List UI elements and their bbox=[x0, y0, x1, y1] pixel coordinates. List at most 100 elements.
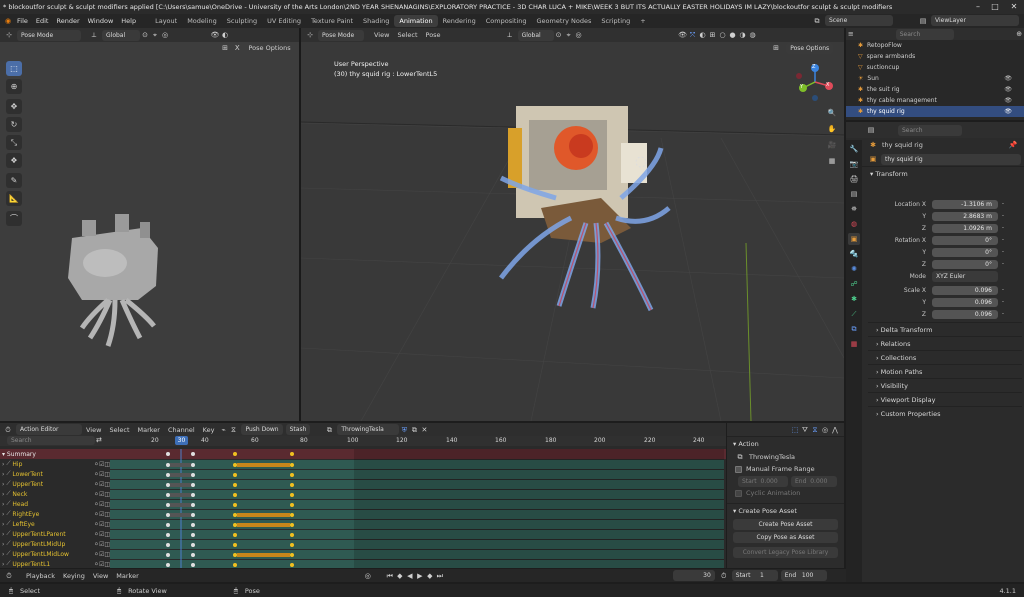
channel-toggles-icon[interactable]: ⚪☑◫ bbox=[94, 541, 110, 548]
channel-lefteye[interactable]: › ⟋ LeftEye ⚪☑◫ bbox=[0, 519, 110, 529]
start-frame-field[interactable]: Start 1 bbox=[731, 570, 778, 581]
snapping-icon[interactable]: ⧖ bbox=[810, 425, 820, 435]
tab-compositing[interactable]: Compositing bbox=[481, 15, 532, 27]
jump-end-icon[interactable]: ⏭ bbox=[435, 571, 445, 581]
rotate-tool-icon[interactable]: ↻ bbox=[6, 117, 22, 132]
channel-search-input[interactable]: Search bbox=[7, 436, 95, 445]
channel-toggles-icon[interactable]: ⚪☑◫ bbox=[94, 461, 110, 468]
zoom-icon[interactable]: 🔍 bbox=[827, 108, 837, 118]
next-keyframe-icon[interactable]: ◆ bbox=[425, 571, 435, 581]
tab-layout[interactable]: Layout bbox=[150, 15, 182, 27]
channel-toggles-icon[interactable]: ⚪☑◫ bbox=[94, 471, 110, 478]
only-selected-icon[interactable]: ⬚ bbox=[790, 425, 800, 435]
ae-menu-marker[interactable]: Marker bbox=[134, 426, 164, 434]
channel-uppertentlmidlow[interactable]: › ⟋ UpperTentLMidLow ⚪☑◫ bbox=[0, 549, 110, 559]
tab-texture-paint[interactable]: Texture Paint bbox=[306, 15, 358, 27]
current-frame-field[interactable]: 30 bbox=[672, 570, 715, 581]
channel-uppertentlparent[interactable]: › ⟋ UpperTentLParent ⚪☑◫ bbox=[0, 529, 110, 539]
play-reverse-icon[interactable]: ◀ bbox=[405, 571, 415, 581]
visibility-eye-icon[interactable]: 👁 bbox=[1004, 75, 1012, 82]
channel-toggles-icon[interactable]: ⚪☑◫ bbox=[94, 511, 110, 518]
frame-ruler[interactable]: Search ⇄ 20 30 40 60 80 100 120 140 160 … bbox=[0, 436, 726, 446]
frame-start-field[interactable]: Start 0.000 bbox=[738, 475, 788, 487]
action-browse-icon[interactable]: ⧉ bbox=[324, 425, 334, 435]
scale-z-field[interactable]: 0.096 bbox=[932, 309, 998, 319]
rotation-x-field[interactable]: 0° bbox=[932, 235, 998, 245]
editor-type-icon[interactable]: ⊹ bbox=[4, 30, 14, 40]
close-icon[interactable]: ✕ bbox=[1004, 0, 1024, 14]
proportional-edit-icon[interactable]: ◎ bbox=[160, 30, 170, 40]
pin-icon[interactable]: 📌 bbox=[1008, 140, 1018, 150]
timeline-menu-keying[interactable]: Keying bbox=[59, 572, 89, 580]
left-orientation-dropdown[interactable]: Global bbox=[102, 29, 140, 41]
scale-x-field[interactable]: 0.096 bbox=[932, 285, 998, 295]
scale-y-field[interactable]: 0.096 bbox=[932, 297, 998, 307]
outliner-filter-icon[interactable]: ≡ bbox=[846, 29, 856, 39]
proportional-icon[interactable]: ◎ bbox=[820, 425, 830, 435]
outliner-item-cable-management[interactable]: ✱ thy cable management 👁 bbox=[846, 95, 1024, 106]
tool-tab-icon[interactable]: 🔧 bbox=[848, 143, 860, 155]
panel-custom-properties[interactable]: › Custom Properties bbox=[868, 406, 1022, 420]
transform-tool-icon[interactable]: ❖ bbox=[6, 153, 22, 168]
preview-range-icon[interactable]: ⏱ bbox=[719, 571, 729, 581]
left-3d-viewport[interactable]: ⊹ Pose Mode ⟂ Global ⊙ ⌖ ◎ 👁 ◐ ⊞ X Pose … bbox=[0, 28, 299, 421]
render-tab-icon[interactable]: 📷 bbox=[848, 158, 860, 170]
visibility-eye-icon[interactable]: 👁 bbox=[1004, 97, 1012, 104]
panel-motion-paths[interactable]: › Motion Paths bbox=[868, 364, 1022, 378]
object-tab-icon[interactable]: ▣ bbox=[848, 233, 860, 245]
keyframe-dot-icon[interactable]: · bbox=[998, 235, 1008, 245]
tab-geometry-nodes[interactable]: Geometry Nodes bbox=[532, 15, 597, 27]
tab-modeling[interactable]: Modeling bbox=[182, 15, 222, 27]
tab-uv-editing[interactable]: UV Editing bbox=[262, 15, 306, 27]
left-pose-options-label[interactable]: Pose Options bbox=[244, 44, 294, 52]
left-pose-options[interactable]: ⊞ X Pose Options bbox=[220, 43, 295, 53]
fake-user-shield-icon[interactable]: ⛨ bbox=[399, 425, 409, 435]
transform-panel-header[interactable]: ▾ Transform bbox=[846, 166, 1024, 180]
current-frame-indicator[interactable]: 30 bbox=[175, 436, 188, 445]
interpolation-icon[interactable]: ⌁ bbox=[218, 425, 228, 435]
filter-swap-icon[interactable]: ⇄ bbox=[96, 436, 102, 444]
menu-file[interactable]: File bbox=[13, 17, 32, 25]
menu-render[interactable]: Render bbox=[52, 17, 83, 25]
channel-uppertentl1[interactable]: › ⟋ UpperTentL1 ⚪☑◫ bbox=[0, 559, 110, 568]
add-workspace-button[interactable]: + bbox=[635, 15, 650, 27]
channel-lowertent[interactable]: › ⟋ LowerTent ⚪☑◫ bbox=[0, 469, 110, 479]
xray-icon[interactable]: ⊞ bbox=[220, 43, 230, 53]
stash-button[interactable]: Stash bbox=[285, 424, 311, 435]
channel-toggles-icon[interactable]: ⚪☑◫ bbox=[94, 521, 110, 528]
record-icon[interactable]: ◎ bbox=[363, 571, 373, 581]
world-tab-icon[interactable]: ◍ bbox=[848, 218, 860, 230]
particles-tab-icon[interactable]: ✺ bbox=[848, 263, 860, 275]
channel-head[interactable]: › ⟋ Head ⚪☑◫ bbox=[0, 499, 110, 509]
channel-uppertentlmidup[interactable]: › ⟋ UpperTentLMidUp ⚪☑◫ bbox=[0, 539, 110, 549]
visibility-icon[interactable]: 👁 bbox=[210, 30, 220, 40]
channel-neck[interactable]: › ⟋ Neck ⚪☑◫ bbox=[0, 489, 110, 499]
channel-righteye[interactable]: › ⟋ RightEye ⚪☑◫ bbox=[0, 509, 110, 519]
mirror-icon[interactable]: X bbox=[232, 43, 242, 53]
new-collection-icon[interactable]: ⊕ bbox=[1014, 29, 1024, 39]
ae-menu-view[interactable]: View bbox=[82, 426, 105, 434]
menu-window[interactable]: Window bbox=[84, 17, 118, 25]
scene-tab-icon[interactable]: ⛯ bbox=[848, 203, 860, 215]
pose-asset-panel-header[interactable]: ▾ Create Pose Asset bbox=[727, 503, 844, 517]
snap-icon[interactable]: ⌖ bbox=[150, 30, 160, 40]
play-icon[interactable]: ▶ bbox=[415, 571, 425, 581]
scene-field[interactable]: Scene bbox=[825, 15, 893, 26]
tab-sculpting[interactable]: Sculpting bbox=[222, 15, 262, 27]
outliner-item-squid-rig[interactable]: ✱ thy squid rig 👁 bbox=[846, 106, 1024, 117]
ortho-toggle-icon[interactable]: ▦ bbox=[827, 156, 837, 166]
dopesheet-editor-icon[interactable]: ⏱ bbox=[3, 425, 13, 435]
ae-menu-channel[interactable]: Channel bbox=[164, 426, 199, 434]
panel-collections[interactable]: › Collections bbox=[868, 350, 1022, 364]
channel-toggles-icon[interactable]: ⚪☑◫ bbox=[94, 501, 110, 508]
maximize-icon[interactable]: □ bbox=[985, 0, 1005, 14]
overlay-icon[interactable]: ◐ bbox=[220, 30, 230, 40]
channel-toggles-icon[interactable]: ⚪☑◫ bbox=[94, 551, 110, 558]
keyframe-dot-icon[interactable]: · bbox=[998, 259, 1008, 269]
properties-editor-icon[interactable]: ▤ bbox=[866, 125, 876, 135]
select-box-tool-icon[interactable]: ⬚ bbox=[6, 61, 22, 76]
channel-toggles-icon[interactable]: ⚪☑◫ bbox=[94, 561, 110, 568]
navigation-gizmo[interactable]: Z X Y bbox=[795, 62, 835, 102]
push-down-button[interactable]: Push Down bbox=[241, 424, 283, 435]
panel-viewport-display[interactable]: › Viewport Display bbox=[868, 392, 1022, 406]
